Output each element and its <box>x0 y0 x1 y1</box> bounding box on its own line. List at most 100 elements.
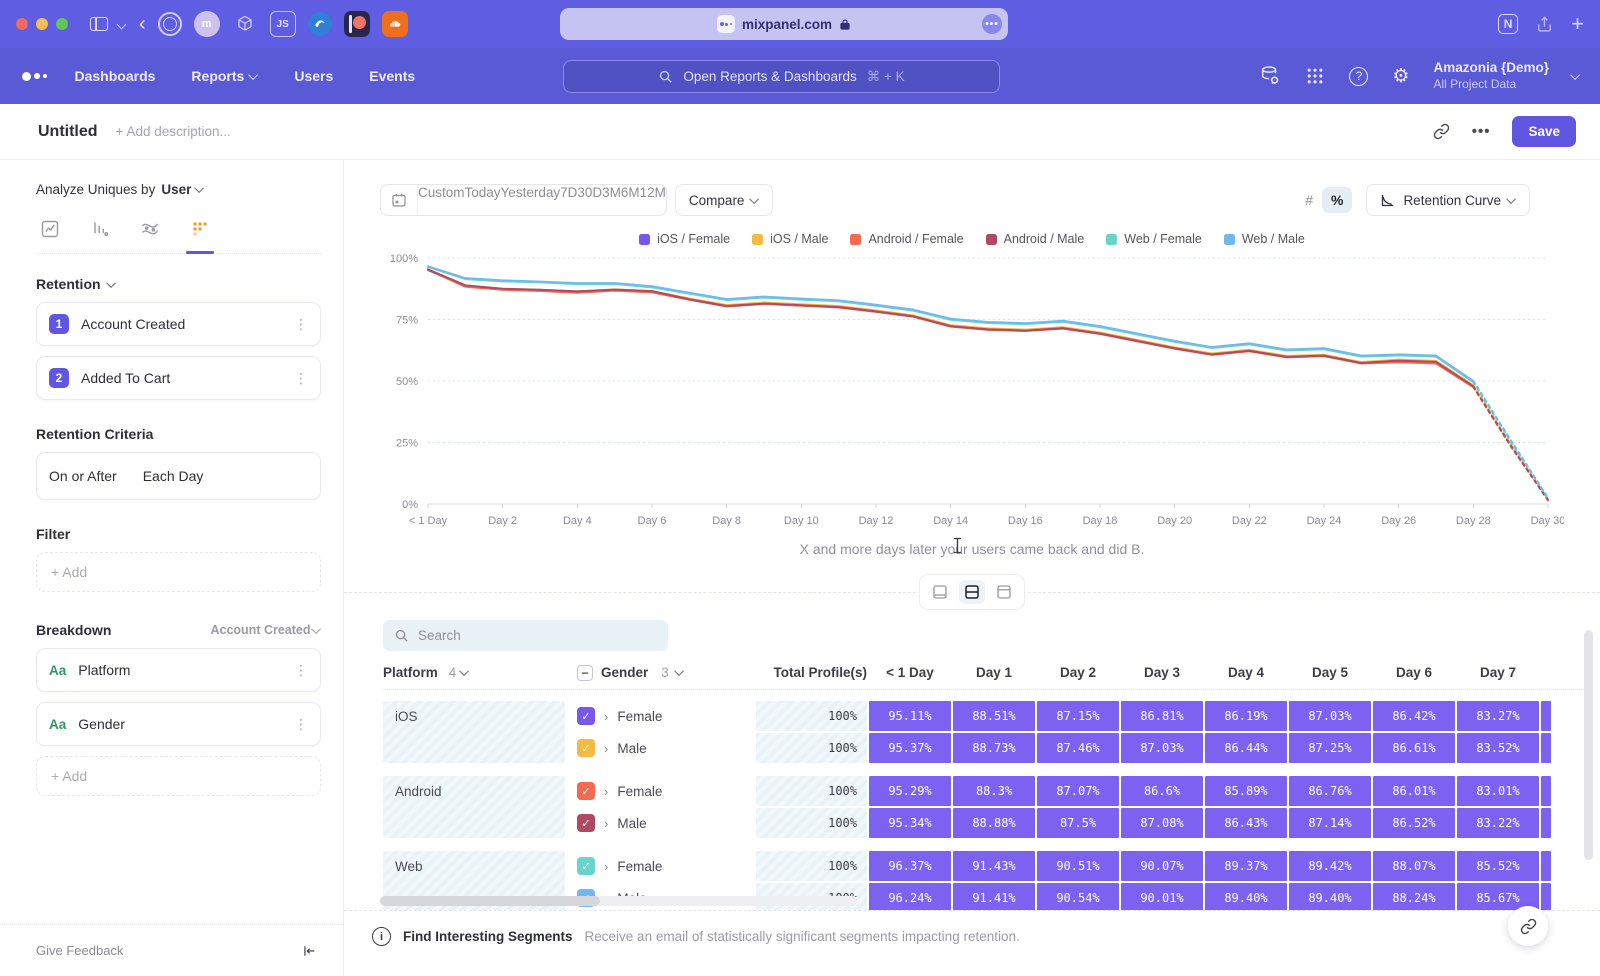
retention-value-cell[interactable]: 87.08% <box>1121 808 1203 838</box>
kebab-menu-icon[interactable]: ⋮ <box>294 662 308 679</box>
retention-value-cell[interactable]: 87.46% <box>1037 733 1119 763</box>
report-title[interactable]: Untitled <box>38 123 98 141</box>
apps-grid-icon[interactable] <box>1305 66 1325 86</box>
retention-value-cell[interactable]: 89.37% <box>1205 851 1287 881</box>
find-segments-link[interactable]: Find Interesting Segments <box>403 929 573 944</box>
tab-insights[interactable] <box>38 217 62 241</box>
retention-value-cell[interactable]: 95.11% <box>869 701 951 731</box>
kebab-menu-icon[interactable]: ⋮ <box>294 370 308 387</box>
legend-item[interactable]: Web / Female <box>1106 232 1202 246</box>
series-checkbox[interactable]: ✓ <box>577 707 595 725</box>
patreon-icon[interactable] <box>344 11 370 37</box>
retention-value-cell[interactable]: 86.01% <box>1373 776 1455 806</box>
criteria-on-or-after[interactable]: On or After <box>49 468 117 484</box>
series-checkbox[interactable]: ✓ <box>577 739 595 757</box>
retention-value-cell[interactable]: 86.42% <box>1373 701 1455 731</box>
retention-value-cell[interactable]: 88.73% <box>953 733 1035 763</box>
retention-value-cell[interactable]: 89.42% <box>1289 851 1371 881</box>
retention-value-cell[interactable]: 86.19% <box>1205 701 1287 731</box>
range-3m[interactable]: 3M <box>602 185 621 215</box>
legend-item[interactable]: iOS / Female <box>639 232 730 246</box>
analyze-value-dropdown[interactable]: User <box>161 182 191 197</box>
global-search-input[interactable]: Open Reports & Dashboards ⌘ + K <box>563 60 1000 93</box>
retention-value-cell[interactable]: 91.43% <box>953 851 1035 881</box>
breakdown-card-platform[interactable]: Aa Platform ⋮ <box>36 648 321 692</box>
chevron-down-icon[interactable] <box>118 21 125 28</box>
series-checkbox[interactable]: ✓ <box>577 857 595 875</box>
notion-extension-icon[interactable]: N <box>1498 14 1518 34</box>
breakdown-card-gender[interactable]: Aa Gender ⋮ <box>36 702 321 746</box>
gender-select-all-checkbox[interactable]: − <box>577 665 593 681</box>
soundcloud-icon[interactable] <box>382 11 408 37</box>
retention-value-cell[interactable]: 88.3% <box>953 776 1035 806</box>
retention-line-chart[interactable]: 100%75%50%25%0%< 1 DayDay 2Day 4Day 6Day… <box>380 248 1564 548</box>
retention-value-cell[interactable]: 89.40% <box>1289 883 1371 910</box>
tab-retention[interactable] <box>188 217 212 241</box>
criteria-each-day[interactable]: Each Day <box>143 468 204 484</box>
more-options-icon[interactable]: ••• <box>1472 123 1491 140</box>
retention-value-cell[interactable]: 89.40% <box>1205 883 1287 910</box>
horizontal-scrollbar[interactable] <box>380 896 857 906</box>
day-column-header[interactable]: Day 3 <box>1121 665 1203 680</box>
share-icon[interactable] <box>1536 16 1553 33</box>
retention-value-cell[interactable]: 88.51% <box>953 701 1035 731</box>
nav-users[interactable]: Users <box>294 68 333 84</box>
legend-item[interactable]: Android / Female <box>850 232 963 246</box>
retention-value-cell[interactable]: 95.34% <box>869 808 951 838</box>
retention-value-cell[interactable]: 85.52% <box>1457 851 1539 881</box>
retention-value-cell[interactable]: 86.43% <box>1205 808 1287 838</box>
day-column-header[interactable]: Day 2 <box>1037 665 1119 680</box>
filter-add-button[interactable]: + Add <box>36 552 321 592</box>
retention-value-cell[interactable]: 86.81% <box>1121 701 1203 731</box>
new-tab-icon[interactable]: + <box>1571 11 1584 37</box>
step-card-added-to-cart[interactable]: 2 Added To Cart ⋮ <box>36 356 321 400</box>
range-12m[interactable]: 12M <box>640 185 666 215</box>
tab-flows[interactable] <box>138 217 162 241</box>
retention-value-cell[interactable]: 86.52% <box>1373 808 1455 838</box>
nav-reports[interactable]: Reports <box>191 68 258 84</box>
retention-value-cell[interactable]: 96.24% <box>869 883 951 910</box>
kebab-menu-icon[interactable]: ⋮ <box>294 316 308 333</box>
total-profiles-column-header[interactable]: Total Profile(s) <box>756 665 867 680</box>
retention-value-cell[interactable]: 87.14% <box>1289 808 1371 838</box>
expand-chevron-icon[interactable]: › <box>604 709 608 724</box>
retention-value-cell[interactable]: 88.07% <box>1373 851 1455 881</box>
retention-value-cell[interactable]: 95.29% <box>869 776 951 806</box>
retention-value-cell[interactable]: 90.07% <box>1121 851 1203 881</box>
retention-value-cell[interactable]: 87.03% <box>1121 733 1203 763</box>
kebab-menu-icon[interactable]: ⋮ <box>294 716 308 733</box>
retention-value-cell[interactable]: 90.01% <box>1121 883 1203 910</box>
retention-value-cell[interactable]: 88.24% <box>1373 883 1455 910</box>
nav-events[interactable]: Events <box>369 68 415 84</box>
window-minimize-button[interactable] <box>36 18 48 30</box>
wave-icon[interactable] <box>308 12 332 36</box>
breakdown-add-button[interactable]: + Add <box>36 756 321 796</box>
mixpanel-logo[interactable] <box>22 72 47 81</box>
collapse-sidebar-icon[interactable] <box>301 944 317 958</box>
platform-cell[interactable]: iOS <box>383 701 565 763</box>
expand-chevron-icon[interactable]: › <box>604 784 608 799</box>
chart-only-view-icon[interactable] <box>927 580 953 604</box>
platform-cell[interactable]: Android <box>383 776 565 838</box>
back-icon[interactable]: ‹ <box>139 14 146 34</box>
give-feedback-link[interactable]: Give Feedback <box>36 943 123 958</box>
retention-value-cell[interactable]: 87.25% <box>1289 733 1371 763</box>
chart-type-dropdown[interactable]: Retention Curve <box>1366 184 1530 216</box>
retention-value-cell[interactable]: 90.51% <box>1037 851 1119 881</box>
retention-value-cell[interactable]: 88.88% <box>953 808 1035 838</box>
day-column-header[interactable]: Day 5 <box>1289 665 1371 680</box>
day-column-header[interactable]: < 1 Day <box>869 665 951 680</box>
url-more-icon[interactable]: ••• <box>982 14 1002 34</box>
cube-icon[interactable] <box>232 11 258 37</box>
range-7d[interactable]: 7D <box>560 185 577 215</box>
retention-value-cell[interactable]: 86.6% <box>1121 776 1203 806</box>
save-button[interactable]: Save <box>1512 116 1576 147</box>
add-description-field[interactable]: + Add description... <box>116 124 231 139</box>
range-today[interactable]: Today <box>465 185 501 215</box>
range-30d[interactable]: 30D <box>577 185 602 215</box>
retention-value-cell[interactable]: 86.76% <box>1289 776 1371 806</box>
url-bar[interactable]: mixpanel.com ••• <box>560 8 1008 40</box>
sidebar-toggle-icon[interactable] <box>90 17 108 31</box>
settings-gear-icon[interactable]: ⚙ <box>1392 65 1409 88</box>
tab-funnels[interactable] <box>88 217 112 241</box>
